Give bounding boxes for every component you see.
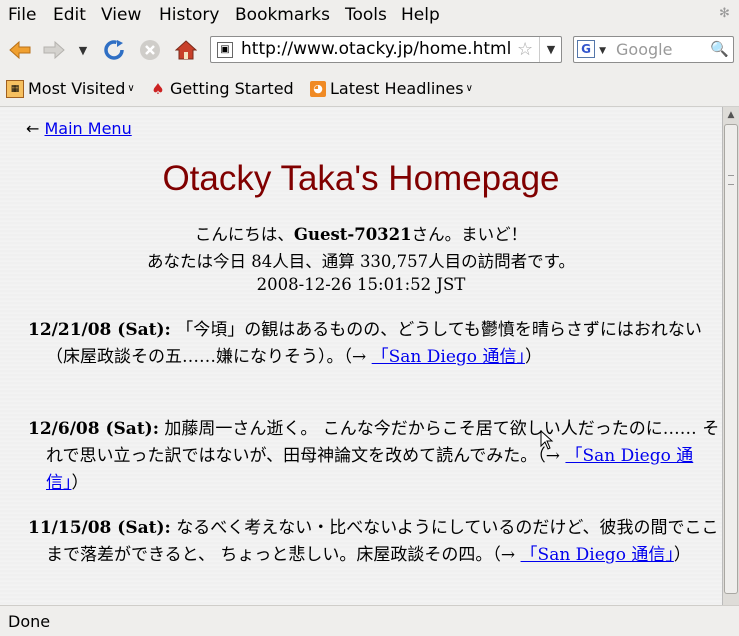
vertical-scrollbar[interactable]: ▲ (722, 107, 739, 605)
url-dropdown-button[interactable]: ▼ (539, 37, 562, 62)
reload-icon (104, 40, 124, 60)
google-icon: G (577, 40, 595, 58)
san-diego-link[interactable]: 「San Diego 通信」 (372, 347, 525, 367)
forward-button[interactable] (40, 36, 68, 64)
san-diego-link[interactable]: 「San Diego 通信」 (521, 545, 674, 565)
news-entry: 12/21/08 (Sat): 「今頃」の観はあるものの、どうしても鬱憤を晴らさ… (28, 317, 722, 371)
menu-view[interactable]: View (101, 5, 141, 25)
scroll-up-arrow-icon[interactable]: ▲ (723, 107, 739, 123)
datetime-line: 2008-12-26 15:01:52 JST (256, 275, 466, 294)
home-button[interactable] (172, 36, 200, 64)
news-entry: 11/15/08 (Sat): なるべく考えない・比べないようにしているのだけど… (28, 515, 722, 569)
chevron-down-icon: ▼ (599, 46, 607, 56)
search-bar[interactable]: G ▼ Google 🔍 (573, 36, 734, 63)
entry-tail: ） (71, 473, 89, 493)
entry-date: 12/6/08 (Sat): (28, 419, 159, 439)
entry-date: 11/15/08 (Sat): (28, 518, 171, 538)
url-text[interactable]: http://www.otacky.jp/home.html (241, 39, 511, 59)
chevron-down-icon: ▼ (546, 43, 556, 56)
main-menu-breadcrumb: ← Main Menu (26, 119, 132, 138)
stop-icon (140, 40, 160, 60)
most-visited-icon: ▦ (6, 79, 24, 98)
bookmark-label: Getting Started (170, 79, 294, 98)
bookmark-getting-started[interactable]: ♠ Getting Started (150, 79, 294, 98)
search-input[interactable]: Google (616, 40, 672, 59)
guest-name: Guest-70321 (293, 225, 412, 244)
bookmark-label: Latest Headlines (330, 79, 464, 98)
stop-button[interactable] (136, 36, 164, 64)
entry-date: 12/21/08 (Sat): (28, 320, 171, 340)
forward-arrow-icon (43, 41, 65, 59)
menu-bar: File Edit View History Bookmarks Tools H… (0, 0, 739, 30)
home-icon (175, 40, 197, 60)
menu-edit[interactable]: Edit (53, 5, 86, 25)
history-dropdown-button[interactable]: ▼ (74, 36, 92, 64)
scrollbar-thumb[interactable] (724, 124, 738, 594)
entry-tail: ） (524, 347, 542, 367)
page-content: ← Main Menu Otacky Taka's Homepage こんにちは… (0, 107, 722, 605)
menu-help[interactable]: Help (401, 5, 440, 25)
greeting-suffix: さん。まいど！ (411, 225, 528, 244)
bookmark-latest-headlines[interactable]: ◕ Latest Headlines ∨ (310, 79, 473, 98)
getting-started-icon: ♠ (151, 79, 165, 98)
bookmarks-toolbar: ▦ Most Visited ∨ ♠ Getting Started ◕ Lat… (0, 72, 739, 107)
visitor-count-line: あなたは今日 84人目、通算 330,757人目の訪問者です。 (146, 252, 576, 271)
page-title: Otacky Taka's Homepage (162, 159, 560, 198)
site-favicon-icon: ▣ (217, 42, 233, 58)
news-entry: 12/6/08 (Sat): 加藤周一さん逝く。 こんな今だからこそ居て欲しい人… (28, 416, 722, 497)
chevron-down-icon: ∨ (127, 83, 135, 94)
url-bar[interactable]: ▣ http://www.otacky.jp/home.html ☆ ▼ (210, 36, 562, 63)
bookmark-label: Most Visited (28, 79, 126, 98)
chevron-down-icon: ∨ (465, 83, 473, 94)
menu-history[interactable]: History (159, 5, 219, 25)
mouse-cursor-icon (540, 430, 554, 450)
menu-bookmarks[interactable]: Bookmarks (235, 5, 330, 25)
menu-tools[interactable]: Tools (345, 5, 387, 25)
back-button[interactable] (6, 36, 34, 64)
rss-icon: ◕ (310, 80, 326, 97)
status-bar: Done (0, 605, 739, 636)
throbber-icon: ✻ (719, 6, 730, 21)
bookmark-star-icon[interactable]: ☆ (517, 39, 533, 60)
greeting-prefix: こんにちは、 (194, 225, 294, 244)
reload-button[interactable] (100, 36, 128, 64)
bookmark-most-visited[interactable]: ▦ Most Visited ∨ (6, 79, 135, 98)
greeting-line: こんにちは、Guest-70321さん。まいど！ (0, 221, 722, 245)
left-arrow-icon: ← (26, 119, 40, 138)
magnifier-icon[interactable]: 🔍 (710, 40, 729, 58)
entry-tail: ） (673, 545, 691, 565)
status-text: Done (8, 612, 51, 631)
search-engine-selector[interactable]: G ▼ (577, 40, 611, 59)
scroll-grip-icon (728, 175, 734, 185)
back-arrow-icon (9, 41, 31, 59)
chevron-down-icon: ▼ (78, 43, 88, 57)
main-menu-link[interactable]: Main Menu (45, 119, 132, 138)
menu-file[interactable]: File (8, 5, 36, 25)
